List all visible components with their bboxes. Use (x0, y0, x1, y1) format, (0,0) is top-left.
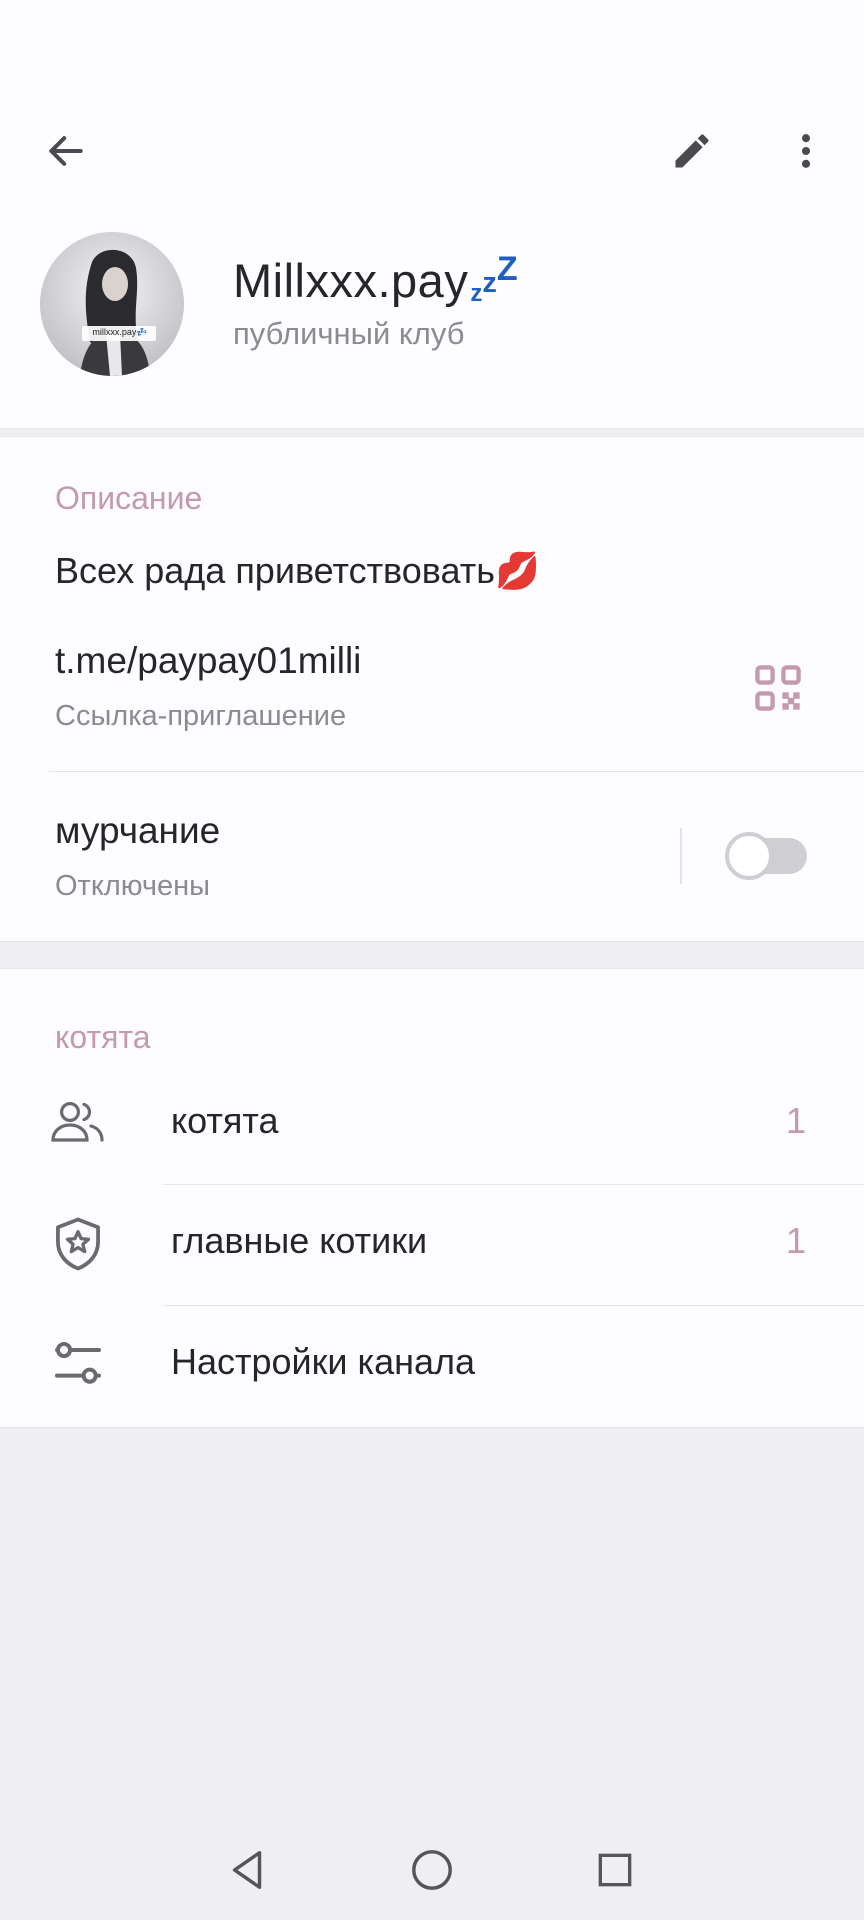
back-button[interactable] (30, 115, 102, 187)
description-section-title: Описание (55, 480, 203, 516)
channel-description[interactable]: Всех рада приветствовать💋 (55, 550, 540, 592)
members-row[interactable] (0, 1064, 864, 1182)
square-recents-icon (598, 1853, 632, 1887)
admins-row[interactable] (0, 1186, 864, 1304)
members-label: котята (171, 1100, 279, 1141)
members-count: 1 (785, 1100, 806, 1141)
triangle-back-icon (232, 1851, 262, 1889)
notifications-label: мурчание (55, 810, 221, 851)
system-back-button[interactable] (216, 1838, 280, 1902)
avatar-image (40, 232, 184, 376)
admins-label: главные котики (171, 1220, 428, 1261)
system-navigation-bar (0, 1818, 864, 1920)
channel-name: Millxxx.pay (233, 254, 469, 307)
avatar-caption: millxxx.pay💤 (92, 327, 148, 337)
shield-star-icon (48, 1214, 108, 1274)
toggle-knob (725, 832, 773, 880)
notifications-toggle[interactable] (725, 832, 807, 880)
divider (49, 771, 864, 772)
pencil-icon (675, 134, 709, 168)
notifications-row[interactable] (0, 775, 660, 935)
system-recents-button[interactable] (583, 1838, 647, 1902)
more-options-button[interactable] (770, 115, 842, 187)
edit-button[interactable] (656, 115, 728, 187)
vertical-separator (680, 828, 682, 884)
invite-link-caption: Ссылка-приглашение (55, 700, 347, 732)
users-icon (48, 1092, 108, 1152)
divider (163, 1184, 864, 1185)
avatar[interactable]: millxxx.pay💤 (40, 232, 184, 376)
system-home-button[interactable] (400, 1838, 464, 1902)
members-section-title: котята (55, 1019, 151, 1055)
profile-header: millxxx.pay💤 Millxxx.pay z z Z публичный… (0, 0, 864, 429)
channel-status: публичный клуб (233, 316, 465, 351)
divider (163, 1305, 864, 1306)
arrow-left-icon (49, 136, 83, 166)
sliders-icon (48, 1334, 108, 1394)
sleep-emoji: z z Z (470, 250, 518, 307)
circle-home-icon (412, 1850, 452, 1890)
qr-code-icon (755, 665, 801, 711)
notifications-status: Отключены (55, 870, 210, 902)
channel-title: Millxxx.pay z z Z (233, 252, 518, 308)
admins-count: 1 (785, 1220, 806, 1261)
more-vertical-icon (801, 134, 811, 168)
invite-link[interactable]: t.me/paypay01milli (55, 640, 361, 682)
channel-settings-label: Настройки канала (171, 1341, 476, 1382)
qr-code-button[interactable] (742, 652, 814, 724)
